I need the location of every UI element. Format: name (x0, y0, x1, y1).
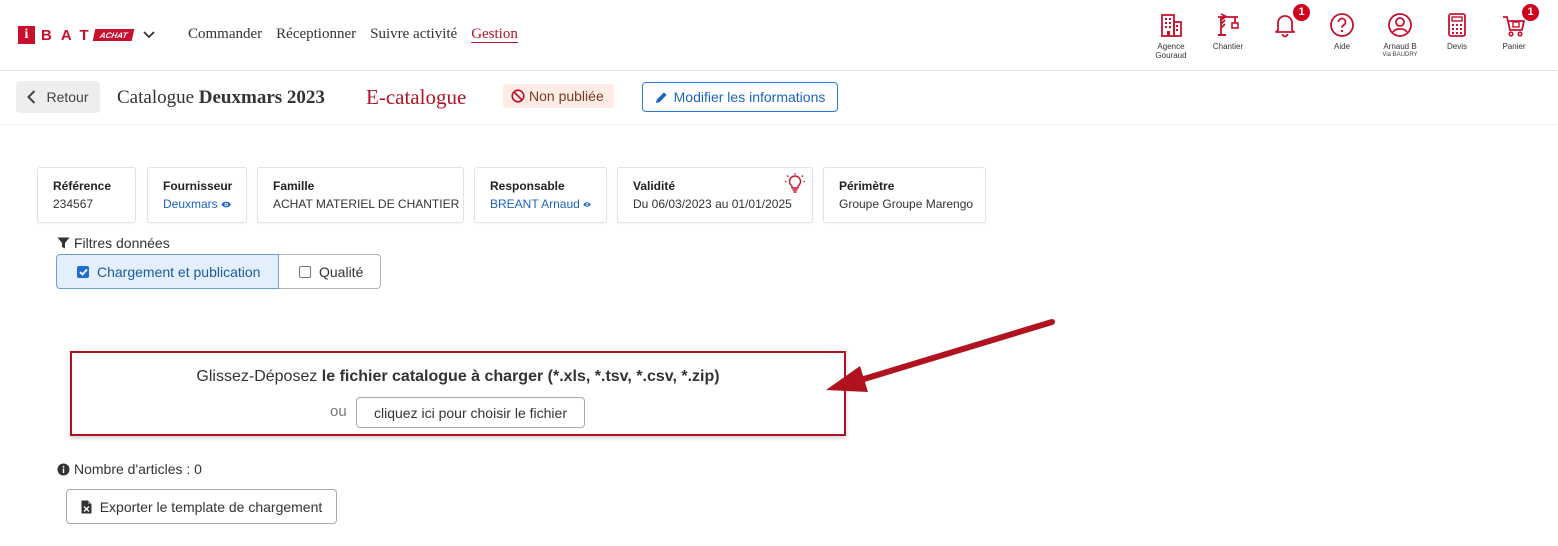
status-badge: Non publiée (503, 84, 614, 108)
eye-icon (583, 201, 591, 207)
tool-agence-sub: Gouraud (1155, 51, 1187, 60)
card-fournisseur-label: Fournisseur (163, 179, 233, 193)
filter-chargement-publication[interactable]: Chargement et publication (56, 254, 279, 289)
tool-devis[interactable]: Devis (1427, 10, 1487, 51)
title-row: Retour Catalogue Deuxmars 2023 E-catalog… (0, 71, 1558, 125)
card-responsable-label: Responsable (490, 179, 565, 193)
export-template-label: Exporter le template de chargement (99, 498, 323, 515)
tool-user-sub: Via BAUDRY (1382, 52, 1418, 58)
help-icon (1330, 13, 1354, 37)
tool-chantier-label: Chantier (1212, 42, 1244, 51)
tool-agence[interactable]: Agence Gouraud (1141, 10, 1201, 60)
edit-info-label: Modifier les informations (673, 89, 826, 105)
card-famille-label: Famille (273, 179, 315, 193)
ban-icon (511, 89, 525, 103)
tool-panier[interactable]: Panier 1 (1484, 4, 1544, 51)
card-validite-value: Du 06/03/2023 au 01/01/2025 (633, 197, 792, 211)
toolbar-icons: Agence Gouraud Chantier 1 Aide Arnaud B … (1140, 4, 1558, 66)
checkbox-checked-icon (77, 265, 89, 278)
dropzone-prefix: Glissez-Déposez (196, 368, 322, 385)
lightbulb-icon[interactable] (784, 172, 806, 194)
article-count: Nombre d'articles : 0 (57, 461, 202, 477)
chevron-down-icon[interactable] (143, 29, 155, 41)
tool-user[interactable]: Arnaud B Via BAUDRY (1370, 10, 1430, 60)
tool-devis-label: Devis (1446, 42, 1467, 51)
dropzone-bold: le fichier catalogue à charger (*.xls, *… (321, 368, 720, 385)
app-logo[interactable]: i BAT ACHAT (18, 26, 155, 44)
checkbox-unchecked-icon (299, 265, 311, 278)
nav-gestion[interactable]: Gestion (471, 26, 518, 43)
notifications-badge: 1 (1293, 4, 1310, 21)
pencil-icon (655, 91, 667, 103)
card-responsable: Responsable BREANT Arnaud (474, 167, 607, 223)
page-title-name: Deuxmars 2023 (198, 87, 325, 108)
chevron-left-icon (27, 90, 36, 104)
tool-notifications[interactable]: 1 (1255, 4, 1315, 42)
card-responsable-value: BREANT Arnaud (490, 197, 580, 211)
card-reference: Référence 234567 (37, 167, 136, 223)
logo-text: BAT (41, 26, 98, 44)
top-header: i BAT ACHAT Commander Réceptionner Suivr… (0, 0, 1558, 71)
filter-chargement-label: Chargement et publication (97, 263, 261, 280)
excel-file-icon (81, 500, 92, 513)
cart-badge: 1 (1522, 4, 1539, 21)
article-count-label: Nombre d'articles : 0 (74, 461, 202, 477)
choose-file-button[interactable]: cliquez ici pour choisir le fichier (356, 397, 585, 428)
back-button-label: Retour (46, 89, 89, 105)
card-responsable-link[interactable]: BREANT Arnaud (490, 197, 591, 211)
logo-i-mark: i (18, 26, 35, 44)
filters-title: Filtres données (57, 235, 170, 251)
nav-suivre-activite[interactable]: Suivre activité (370, 26, 457, 43)
card-perimetre: Périmètre Groupe Groupe Marengo (823, 167, 986, 223)
card-perimetre-label: Périmètre (839, 179, 895, 193)
export-template-button[interactable]: Exporter le template de chargement (66, 489, 337, 524)
dropzone-instructions: Glissez-Déposez le fichier catalogue à c… (72, 368, 844, 386)
status-badge-label: Non publiée (529, 88, 604, 104)
card-fournisseur-value: Deuxmars (163, 197, 218, 211)
file-dropzone[interactable]: Glissez-Déposez le fichier catalogue à c… (70, 351, 846, 436)
crane-icon (1218, 13, 1239, 36)
tool-aide[interactable]: Aide (1312, 10, 1372, 51)
catalog-type: E-catalogue (366, 85, 467, 109)
user-icon (1388, 13, 1412, 37)
card-famille-value: ACHAT MATERIEL DE CHANTIER (273, 197, 460, 211)
card-fournisseur: Fournisseur Deuxmars (147, 167, 247, 223)
tool-user-label: Arnaud B (1383, 42, 1417, 51)
page-title-prefix: Catalogue (117, 87, 195, 108)
annotation-arrow (826, 319, 1055, 392)
nav-commander[interactable]: Commander (188, 26, 262, 43)
filters-title-label: Filtres données (74, 235, 170, 251)
nav-receptionner[interactable]: Réceptionner (276, 26, 356, 43)
filter-qualite-label: Qualité (319, 263, 364, 280)
card-reference-value: 234567 (53, 197, 94, 211)
card-validite-label: Validité (633, 179, 676, 193)
building-icon (1161, 14, 1182, 37)
filter-icon (57, 237, 70, 249)
back-button[interactable]: Retour (16, 81, 100, 113)
card-validite: Validité Du 06/03/2023 au 01/01/2025 (617, 167, 813, 223)
filter-qualite[interactable]: Qualité (279, 254, 381, 289)
tool-agence-label: Agence (1157, 42, 1185, 51)
tool-chantier[interactable]: Chantier (1198, 10, 1258, 51)
tool-panier-label: Panier (1502, 42, 1526, 51)
page-title: Catalogue Deuxmars 2023 (117, 87, 325, 109)
card-famille: Famille ACHAT MATERIEL DE CHANTIER (257, 167, 464, 223)
card-fournisseur-link[interactable]: Deuxmars (163, 197, 231, 211)
tool-aide-label: Aide (1333, 42, 1350, 51)
main-nav: Commander Réceptionner Suivre activité G… (188, 26, 518, 43)
dropzone-or: ou (330, 403, 347, 420)
card-reference-label: Référence (53, 179, 112, 193)
logo-badge: ACHAT (92, 29, 135, 41)
info-icon (57, 463, 70, 475)
filters-segmented-control: Chargement et publication Qualité (56, 254, 381, 289)
card-perimetre-value: Groupe Groupe Marengo (839, 197, 974, 211)
calculator-icon (1448, 13, 1466, 37)
eye-icon (221, 201, 231, 207)
edit-info-button[interactable]: Modifier les informations (642, 82, 838, 112)
